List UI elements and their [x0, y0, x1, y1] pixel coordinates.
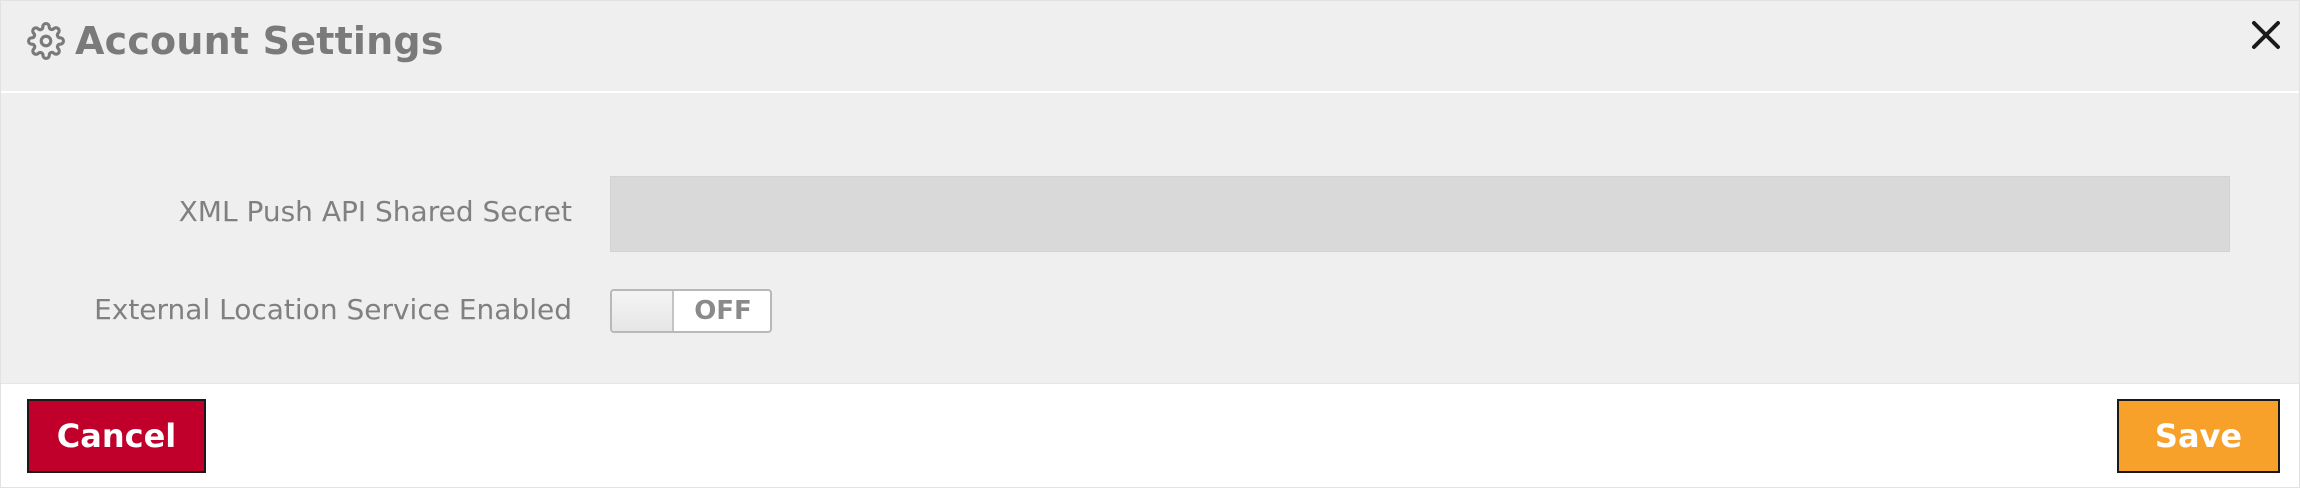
close-icon[interactable] — [2248, 17, 2284, 53]
modal-footer: Cancel Save — [1, 383, 2299, 487]
modal-title: Account Settings — [75, 19, 444, 63]
xml-push-secret-label: XML Push API Shared Secret — [178, 195, 572, 228]
account-settings-modal: Account Settings XML Push API Shared Sec… — [0, 0, 2300, 488]
cancel-button[interactable]: Cancel — [27, 399, 206, 473]
gear-icon — [27, 22, 65, 60]
toggle-state-text: OFF — [694, 296, 752, 326]
modal-header: Account Settings — [1, 1, 2299, 93]
modal-body: XML Push API Shared Secret External Loca… — [1, 93, 2299, 383]
xml-push-secret-input[interactable] — [610, 176, 2230, 252]
toggle-knob[interactable] — [612, 291, 674, 331]
external-location-toggle[interactable]: OFF — [610, 289, 772, 333]
external-location-label: External Location Service Enabled — [94, 293, 572, 326]
save-button[interactable]: Save — [2117, 399, 2280, 473]
title-wrap: Account Settings — [27, 19, 444, 63]
